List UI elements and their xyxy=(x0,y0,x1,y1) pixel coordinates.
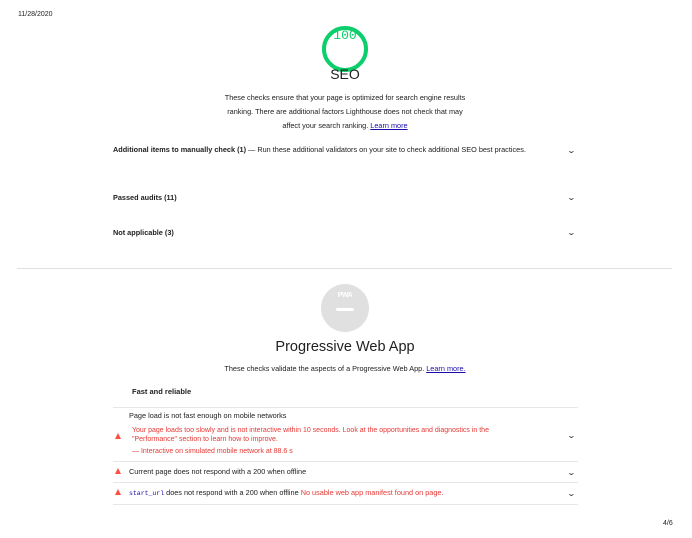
seo-learn-more-link[interactable]: Learn more xyxy=(370,121,407,130)
seo-score-value: 100 xyxy=(333,28,357,43)
audit-divider xyxy=(113,407,578,408)
group-label: Not applicable (3) xyxy=(113,228,174,237)
audit-title-text: does not respond with a 200 when offline xyxy=(164,488,299,497)
warning-triangle-icon xyxy=(115,489,121,495)
warning-triangle-icon xyxy=(115,433,121,439)
pwa-badge-label: PWA xyxy=(337,292,353,299)
group-label: Passed audits (11) xyxy=(113,193,177,202)
print-date: 11/28/2020 xyxy=(18,11,53,18)
audit-divider xyxy=(113,461,578,462)
audit-offline-200[interactable]: Current page does not respond with a 200… xyxy=(113,467,578,481)
fast-reliable-heading: Fast and reliable xyxy=(132,387,192,396)
group-manual-checks[interactable]: Additional items to manually check (1) —… xyxy=(113,143,578,157)
pwa-learn-more-link[interactable]: Learn more. xyxy=(426,364,465,373)
group-not-applicable[interactable]: Not applicable (3) xyxy=(113,226,578,240)
pwa-category-title: Progressive Web App xyxy=(275,339,415,355)
audit-metric: — Interactive on simulated mobile networ… xyxy=(132,448,293,455)
seo-description-line: These checks ensure that your page is op… xyxy=(224,93,466,102)
audit-divider xyxy=(113,504,578,505)
chevron-down-icon[interactable]: ⌄ xyxy=(567,193,576,202)
audit-description-line: Your page loads too slowly and is not in… xyxy=(132,427,489,434)
warning-triangle-icon xyxy=(115,468,121,474)
group-label: Additional items to manually check (1) xyxy=(113,145,246,154)
seo-description: These checks ensure that your page is op… xyxy=(205,91,485,133)
group-passed-audits[interactable]: Passed audits (11) xyxy=(113,191,578,205)
audit-title: Page load is not fast enough on mobile n… xyxy=(129,411,287,420)
start-url-code: start_url xyxy=(129,490,165,497)
page-number: 4/6 xyxy=(663,520,673,527)
audit-start-url[interactable]: start_url does not respond with a 200 wh… xyxy=(113,488,578,502)
chevron-down-icon[interactable]: ⌄ xyxy=(567,228,576,237)
audit-error: No usable web app manifest found on page… xyxy=(300,488,444,497)
chevron-down-icon[interactable]: ⌄ xyxy=(567,468,576,477)
pwa-dash-icon xyxy=(336,308,354,311)
section-divider xyxy=(17,268,672,269)
group-detail: — Run these additional validators on you… xyxy=(246,145,526,154)
pwa-description: These checks validate the aspects of a P… xyxy=(224,364,466,373)
chevron-down-icon[interactable]: ⌄ xyxy=(567,146,576,155)
audit-description: Your page loads too slowly and is not in… xyxy=(132,426,552,444)
chevron-down-icon[interactable]: ⌄ xyxy=(567,489,576,498)
seo-description-line: affect your search ranking. Learn more xyxy=(282,121,408,130)
audit-divider xyxy=(113,482,578,483)
seo-category-title: SEO xyxy=(330,66,360,82)
audit-load-fast[interactable]: Page load is not fast enough on mobile n… xyxy=(113,411,578,461)
audit-description-line: "Performance" section to learn how to im… xyxy=(132,436,278,443)
chevron-down-icon[interactable]: ⌄ xyxy=(567,431,576,440)
seo-description-line: ranking. There are additional factors Li… xyxy=(227,107,463,116)
audit-title: Current page does not respond with a 200… xyxy=(129,467,307,476)
audit-title: start_url does not respond with a 200 wh… xyxy=(129,488,444,497)
